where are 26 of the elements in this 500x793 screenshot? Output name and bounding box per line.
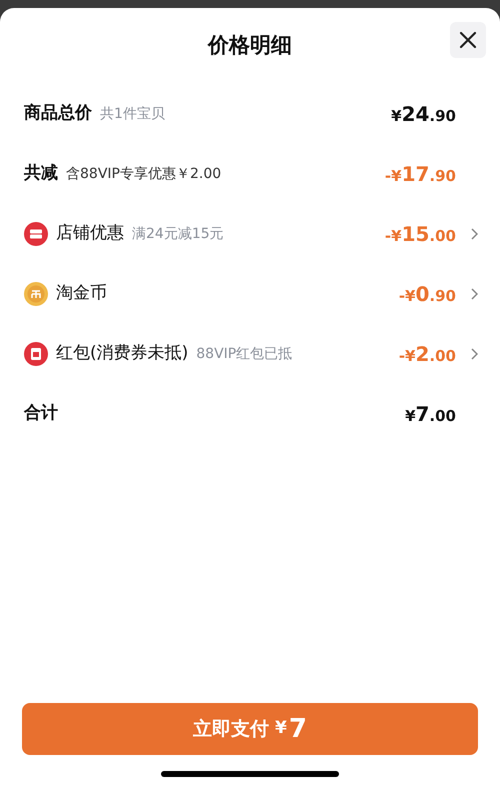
sheet-title: 价格明细 (208, 32, 292, 60)
close-button[interactable] (450, 22, 486, 58)
row-note: 共1件宝贝 (100, 104, 165, 124)
row-note: 含88VIP专享优惠￥2.00 (66, 164, 222, 184)
row-label: 共减 (24, 162, 58, 186)
coin-icon (24, 282, 48, 306)
chevron-icon[interactable] (471, 288, 478, 300)
chevron-icon[interactable] (471, 348, 478, 360)
row-label: 淘金币 (56, 282, 107, 306)
row-note: 88VIP红包已抵 (196, 344, 292, 364)
amount: -¥2.00 (398, 341, 456, 368)
close-icon (459, 31, 477, 49)
amount: -¥17.90 (384, 161, 456, 188)
amount: ¥24.90 (391, 101, 456, 128)
row-label: 合计 (24, 402, 58, 426)
amount: -¥15.00 (384, 221, 456, 248)
row-label: 商品总价 (24, 102, 92, 126)
row-label: 店铺优惠 (56, 222, 124, 246)
row-label: 红包(消费券未抵) (56, 342, 188, 366)
amount: ¥7.00 (405, 401, 456, 428)
chevron-icon[interactable] (471, 228, 478, 240)
envelope-icon (24, 342, 48, 366)
pay-button[interactable]: 立即支付 ¥7 (22, 703, 478, 755)
row-note: 满24元减15元 (132, 224, 224, 244)
shop-icon (24, 222, 48, 246)
amount: -¥0.90 (398, 281, 456, 308)
